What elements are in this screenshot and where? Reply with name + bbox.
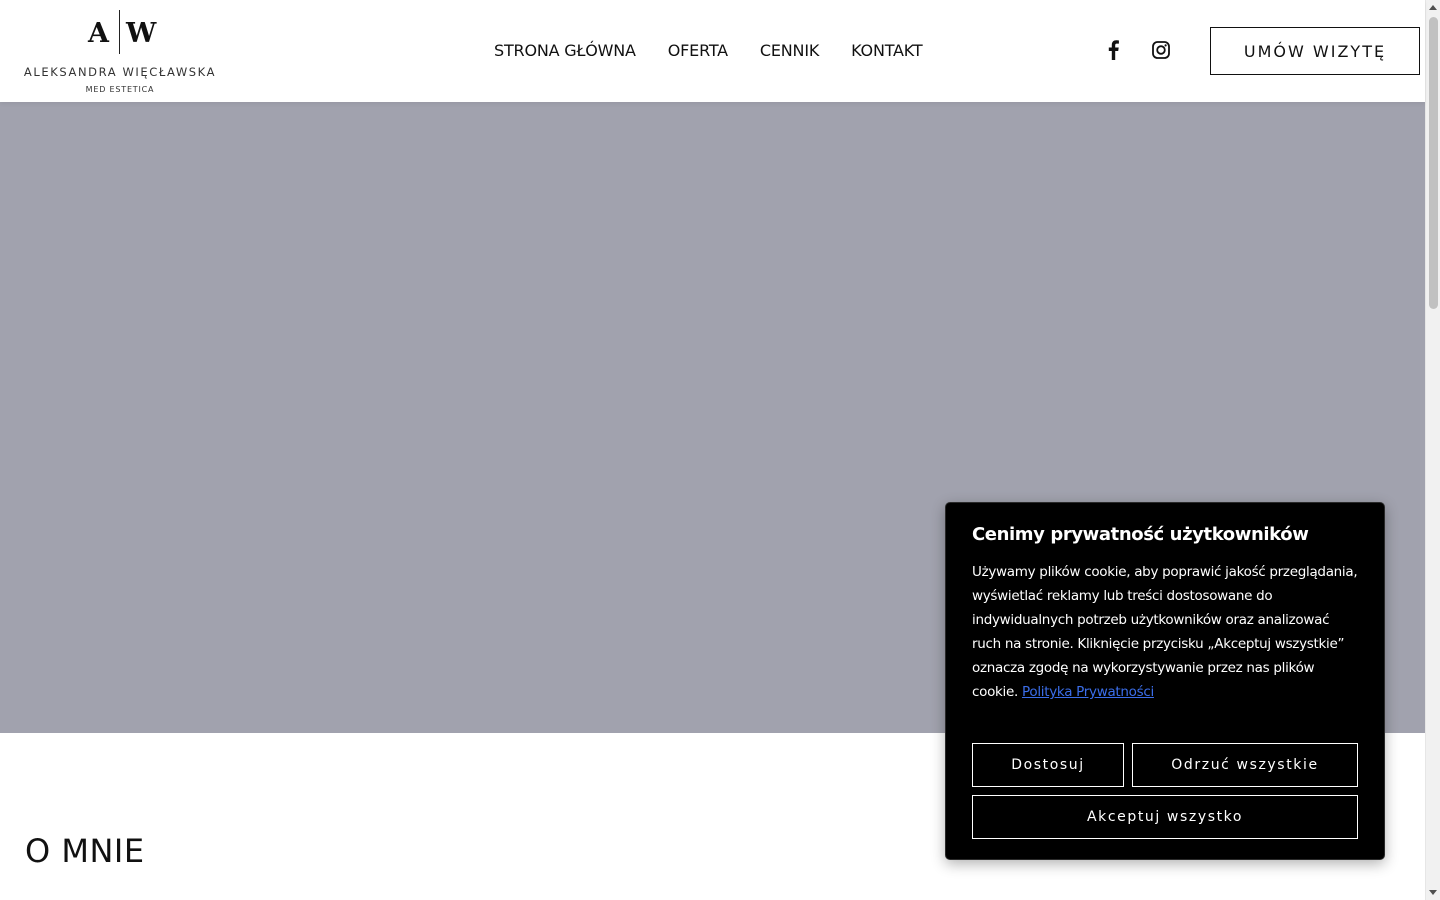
instagram-link[interactable]	[1149, 38, 1173, 62]
nav-item-pricing[interactable]: CENNIK	[744, 41, 835, 60]
privacy-policy-link[interactable]: Polityka Prywatności	[1022, 684, 1154, 700]
site-header: A W ALEKSANDRA WIĘCŁAWSKA MED ESTETICA S…	[0, 0, 1425, 102]
logo-subtitle: MED ESTETICA	[85, 85, 155, 94]
book-visit-button[interactable]: UMÓW WIZYTĘ	[1210, 27, 1420, 75]
scroll-down-arrow[interactable]	[1429, 890, 1437, 895]
cookie-consent-banner: Cenimy prywatność użytkowników Używamy p…	[945, 502, 1385, 860]
reject-all-button[interactable]: Odrzuć wszystkie	[1132, 743, 1358, 787]
logo-name: ALEKSANDRA WIĘCŁAWSKA	[23, 65, 217, 79]
logo-monogram: A W	[20, 10, 220, 56]
accept-all-button[interactable]: Akceptuj wszystko	[972, 795, 1358, 839]
cookie-text: Używamy plików cookie, aby poprawić jako…	[972, 560, 1362, 704]
nav-item-contact[interactable]: KONTAKT	[835, 41, 938, 60]
logo-divider	[119, 10, 120, 54]
logo-letter-a: A	[88, 18, 109, 49]
customize-cookies-button[interactable]: Dostosuj	[972, 743, 1124, 787]
cookie-title: Cenimy prywatność użytkowników	[972, 524, 1309, 545]
logo[interactable]: A W ALEKSANDRA WIĘCŁAWSKA MED ESTETICA	[20, 6, 220, 96]
main-nav: STRONA GŁÓWNA OFERTA CENNIK KONTAKT	[478, 36, 938, 64]
scroll-thumb[interactable]	[1429, 17, 1438, 309]
scroll-up-arrow[interactable]	[1429, 5, 1437, 10]
page-scrollbar[interactable]	[1425, 0, 1440, 900]
facebook-icon	[1108, 40, 1119, 60]
logo-letter-w: W	[126, 18, 157, 49]
instagram-icon	[1152, 41, 1170, 59]
cookie-description: Używamy plików cookie, aby poprawić jako…	[972, 564, 1358, 700]
facebook-link[interactable]	[1101, 38, 1125, 62]
nav-item-home[interactable]: STRONA GŁÓWNA	[478, 41, 652, 60]
about-heading: O MNIE	[25, 832, 145, 870]
nav-item-offer[interactable]: OFERTA	[652, 41, 744, 60]
